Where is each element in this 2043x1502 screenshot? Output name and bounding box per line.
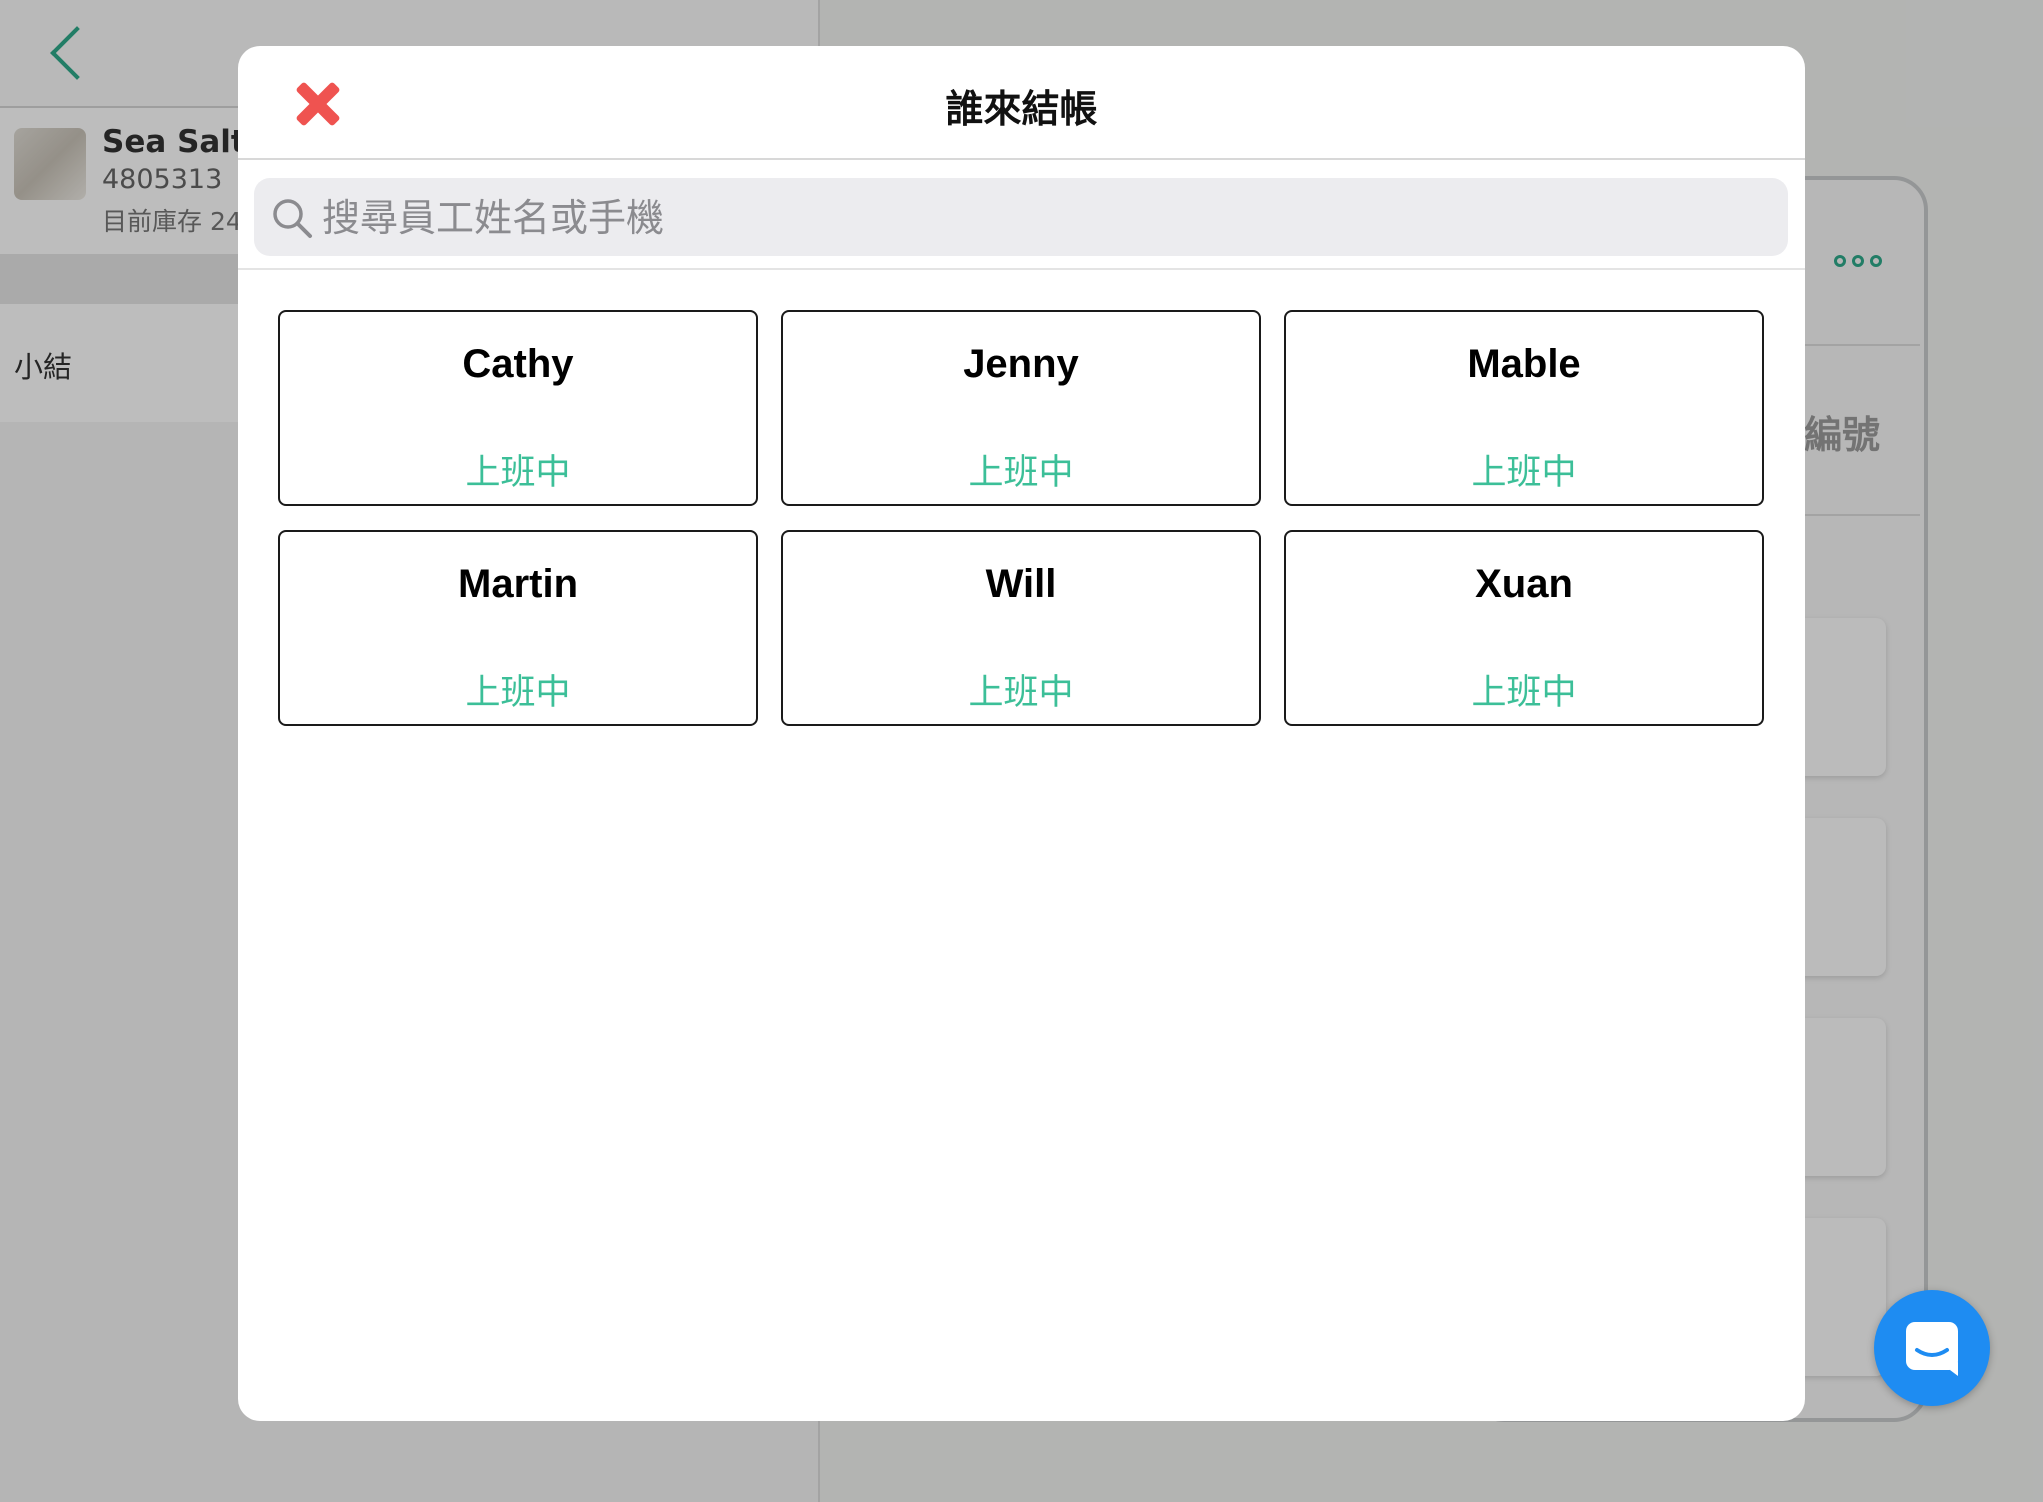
staff-name: Xuan: [1475, 562, 1573, 606]
search-box[interactable]: [254, 178, 1788, 256]
staff-card-xuan[interactable]: Xuan 上班中: [1284, 530, 1764, 726]
staff-status: 上班中: [1471, 673, 1577, 713]
chat-icon: [1906, 1322, 1958, 1376]
chat-button[interactable]: [1874, 1290, 1990, 1406]
staff-name: Will: [985, 562, 1057, 606]
staff-name: Jenny: [963, 342, 1079, 386]
staff-status: 上班中: [968, 673, 1074, 713]
staff-name: Martin: [458, 562, 578, 606]
search-icon: [273, 199, 312, 238]
search-input[interactable]: [320, 184, 1764, 252]
staff-name: Mable: [1467, 342, 1581, 386]
modal-header: 誰來結帳: [238, 46, 1805, 160]
staff-card-mable[interactable]: Mable 上班中: [1284, 310, 1764, 506]
staff-status: 上班中: [968, 453, 1074, 493]
staff-card-will[interactable]: Will 上班中: [781, 530, 1261, 726]
staff-status: 上班中: [1471, 453, 1577, 493]
staff-status: 上班中: [465, 453, 571, 493]
search-area: [238, 160, 1805, 270]
staff-card-jenny[interactable]: Jenny 上班中: [781, 310, 1261, 506]
staff-card-cathy[interactable]: Cathy 上班中: [278, 310, 758, 506]
staff-card-martin[interactable]: Martin 上班中: [278, 530, 758, 726]
checkout-staff-modal: 誰來結帳 Cathy 上班中 Jenny 上班中 Mable 上班中 Marti…: [238, 46, 1805, 1421]
modal-title: 誰來結帳: [945, 87, 1098, 131]
staff-name: Cathy: [462, 342, 574, 386]
staff-status: 上班中: [465, 673, 571, 713]
